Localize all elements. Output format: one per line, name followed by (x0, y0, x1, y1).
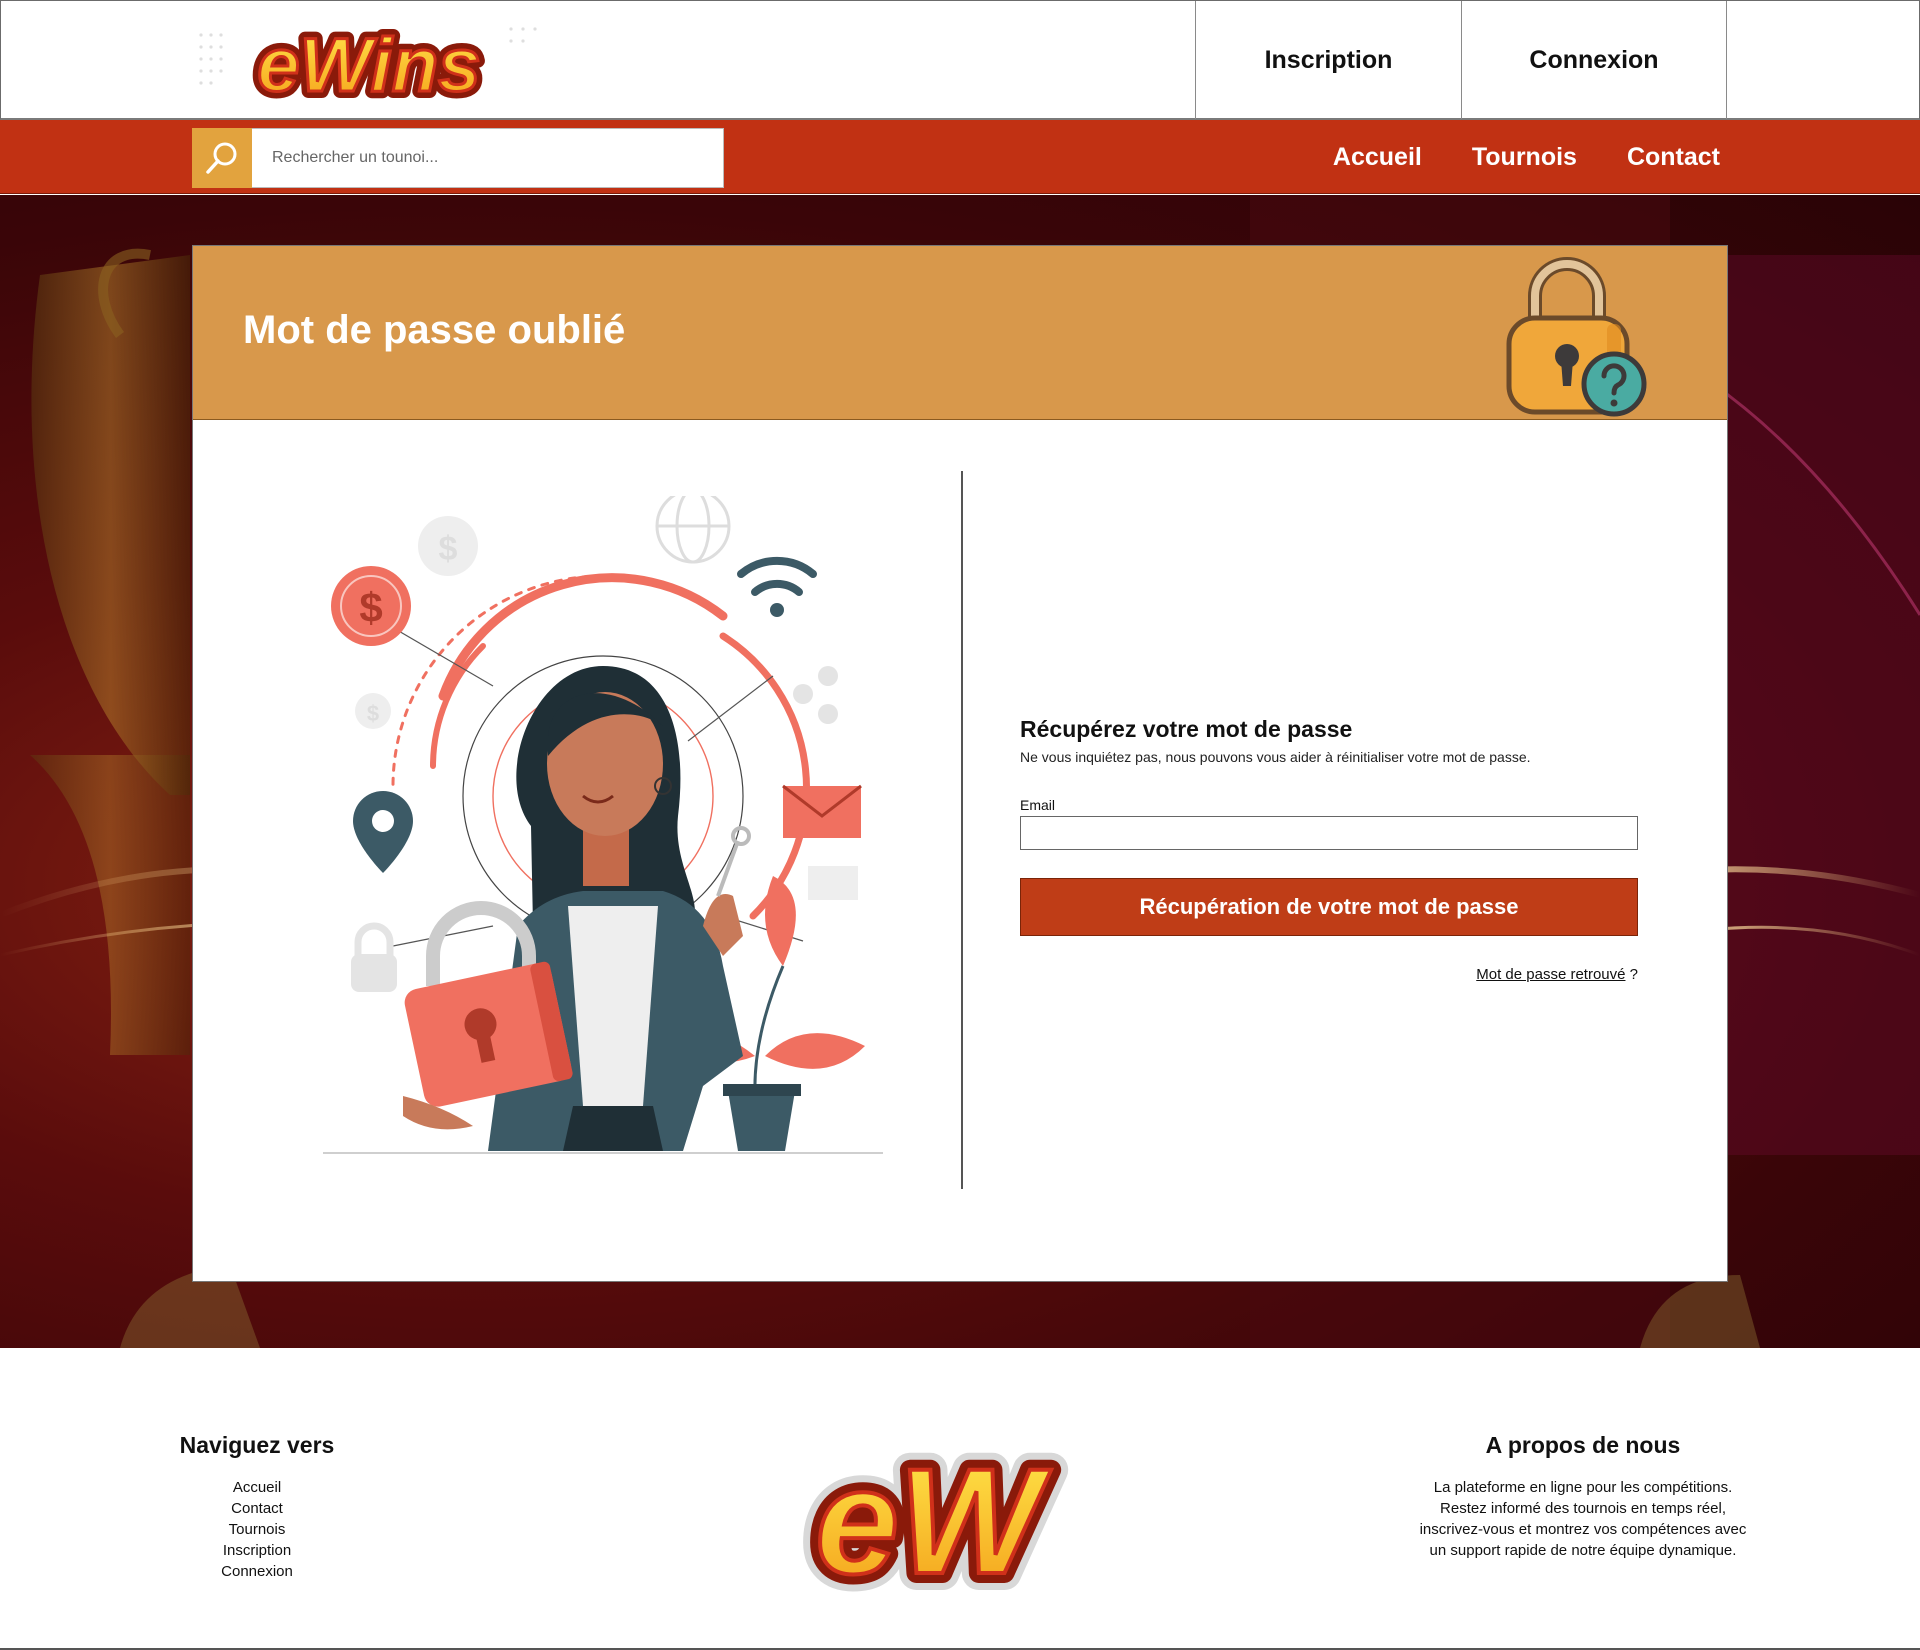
footer-about-line: inscrivez-vous et montrez vos compétence… (1419, 1521, 1747, 1538)
main-navbar: Accueil Tournois Contact (0, 120, 1920, 194)
search-input[interactable] (252, 128, 724, 188)
form-title: Récupérez votre mot de passe (1020, 716, 1353, 742)
footer-link-contact[interactable]: Contact (147, 1498, 367, 1519)
ewins-logo[interactable]: eWins eWins (191, 15, 551, 119)
footer-about-title: A propos de nous (1485, 1432, 1681, 1458)
svg-text:eW: eW (816, 1437, 1052, 1605)
connexion-link[interactable]: Connexion (1461, 1, 1727, 119)
svg-text:$: $ (367, 701, 379, 726)
page-title: Mot de passe oublié (243, 308, 626, 352)
email-label: Email (1020, 797, 1056, 813)
footer-nav-title: Naviguez vers (179, 1432, 335, 1458)
nav-tournois[interactable]: Tournois (1472, 143, 1577, 172)
form-subtitle: Ne vous inquiétez pas, nous pouvons vous… (1020, 749, 1531, 765)
password-found-link[interactable]: Mot de passe retrouvé (1476, 966, 1625, 983)
vertical-divider (961, 471, 963, 1189)
ew-footer-logo: eW eW eW (799, 1420, 1069, 1622)
woman-with-padlock-illustration: $ $ $ (323, 496, 883, 1154)
search-icon (206, 142, 237, 174)
footer-navigation: Naviguez vers Accueil Contact Tournois I… (147, 1432, 367, 1582)
svg-text:$: $ (439, 530, 458, 568)
nav-contact[interactable]: Contact (1627, 143, 1720, 172)
footer-about-line: un support rapide de notre équipe dynami… (1429, 1542, 1737, 1559)
footer-link-connexion[interactable]: Connexion (147, 1561, 367, 1582)
footer-link-inscription[interactable]: Inscription (147, 1540, 367, 1561)
search-button[interactable] (192, 128, 252, 188)
footer: Naviguez vers Accueil Contact Tournois I… (0, 1348, 1920, 1650)
email-field[interactable] (1020, 816, 1638, 850)
password-found-suffix: ? (1625, 966, 1638, 983)
nav-accueil[interactable]: Accueil (1333, 143, 1422, 172)
password-found-row: Mot de passe retrouvé ? (1020, 966, 1638, 983)
footer-about: A propos de nous La plateforme en ligne … (1393, 1432, 1773, 1561)
card-header: Mot de passe oublié (193, 246, 1727, 420)
lock-question-icon (1506, 257, 1647, 417)
nav-links: Accueil Tournois Contact (1333, 120, 1720, 194)
footer-about-line: La plateforme en ligne pour les compétit… (1433, 1479, 1733, 1496)
footer-link-tournois[interactable]: Tournois (147, 1519, 367, 1540)
recovery-form: Récupérez votre mot de passe Ne vous inq… (1020, 716, 1640, 983)
forgot-password-card: Mot de passe oublié $ $ $ Récupérez votr… (192, 245, 1728, 1282)
footer-about-line: Restez informé des tournois en temps rée… (1440, 1500, 1726, 1517)
top-header: eWins eWins Inscription Connexion (0, 0, 1920, 120)
footer-link-accueil[interactable]: Accueil (147, 1477, 367, 1498)
inscription-link[interactable]: Inscription (1195, 1, 1461, 119)
search-bar (192, 128, 724, 188)
account-links: Inscription Connexion (1195, 1, 1727, 119)
svg-text:eWins: eWins (257, 23, 480, 108)
recover-password-button[interactable]: Récupération de votre mot de passe (1020, 878, 1638, 936)
svg-text:$: $ (359, 584, 382, 631)
